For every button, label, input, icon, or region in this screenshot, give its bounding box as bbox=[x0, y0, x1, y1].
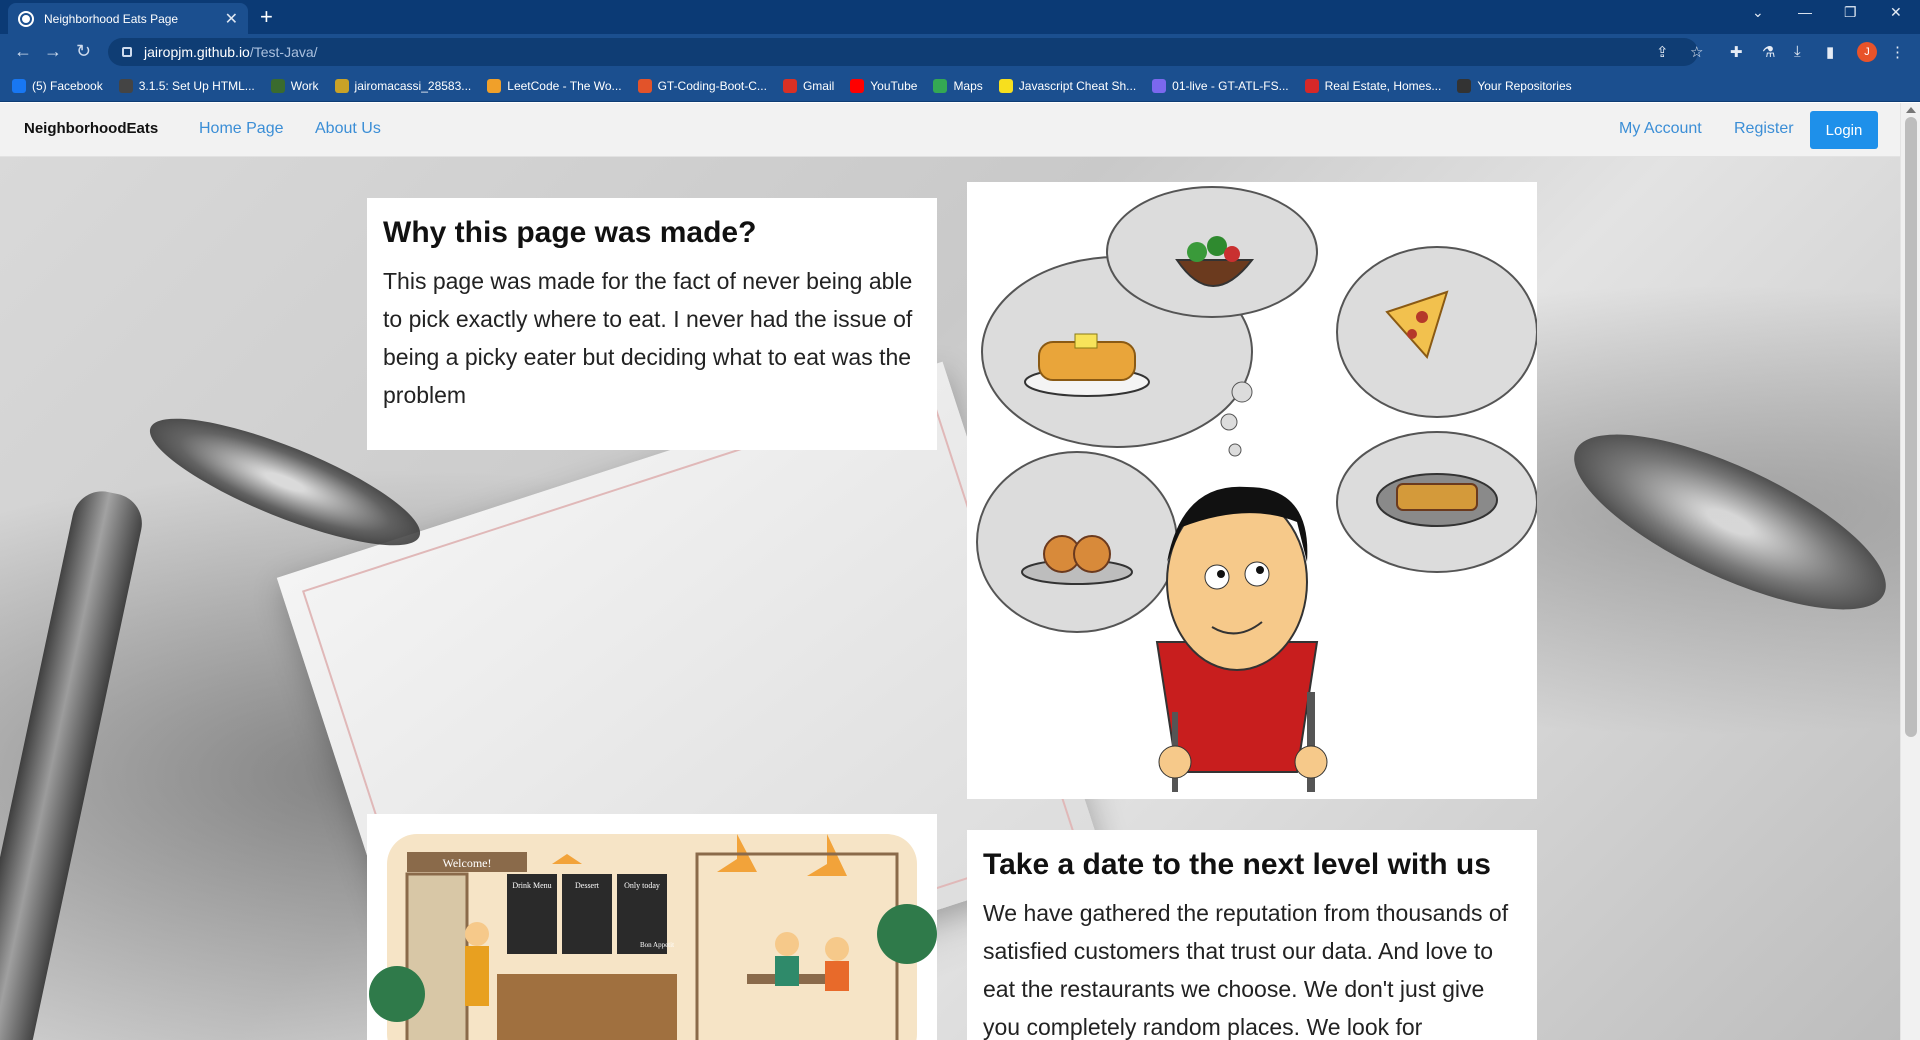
close-tab-icon[interactable]: ✕ bbox=[225, 9, 238, 29]
bookmark-item[interactable]: Maps bbox=[933, 78, 983, 93]
bookmark-label: Maps bbox=[953, 78, 983, 93]
bookmark-item[interactable]: jairomacassi_28583... bbox=[334, 78, 472, 93]
bookmark-item[interactable]: Real Estate, Homes... bbox=[1304, 78, 1442, 93]
browser-tabstrip: Neighborhood Eats Page ✕ + ⌄ — ❐ ✕ bbox=[0, 0, 1920, 34]
bookmark-item[interactable]: Work bbox=[270, 78, 319, 93]
bookmark-favicon-icon bbox=[12, 78, 26, 93]
sign-only-today: Only today bbox=[624, 881, 660, 890]
date-title: Take a date to the next level with us bbox=[983, 848, 1491, 881]
restore-icon[interactable]: ❐ bbox=[1844, 4, 1857, 21]
bookmark-label: YouTube bbox=[870, 78, 918, 93]
bookmark-favicon-icon bbox=[637, 78, 652, 93]
date-card: Take a date to the next level with us We… bbox=[967, 830, 1537, 1040]
download-icon[interactable]: ⤓ bbox=[1794, 43, 1801, 60]
bookmark-label: 01-live - GT-ATL-FS... bbox=[1172, 78, 1289, 93]
bookmark-favicon-icon bbox=[1152, 78, 1167, 93]
sign-drink-menu: Drink Menu bbox=[512, 881, 551, 890]
bookmark-favicon-icon bbox=[782, 78, 797, 93]
minimize-icon[interactable]: — bbox=[1798, 4, 1812, 20]
tab-search-icon[interactable]: ⌄ bbox=[1752, 4, 1764, 21]
login-button[interactable]: Login bbox=[1810, 111, 1878, 149]
browser-tab-active[interactable]: Neighborhood Eats Page ✕ bbox=[8, 3, 248, 34]
bookmark-label: jairomacassi_28583... bbox=[354, 78, 472, 93]
bookmark-favicon-icon bbox=[270, 78, 285, 93]
bookmark-favicon-icon bbox=[933, 78, 948, 93]
bookmarks-bar: (5) Facebook 3.1.5: Set Up HTML... Work jai… bbox=[0, 70, 1920, 102]
bookmark-label: Your Repositories bbox=[1477, 78, 1572, 93]
lock-icon bbox=[122, 47, 132, 57]
bookmark-item[interactable]: 3.1.5: Set Up HTML... bbox=[118, 78, 255, 93]
bookmark-label: (5) Facebook bbox=[32, 78, 103, 93]
bookmark-label: Work bbox=[290, 78, 319, 93]
bookmark-label: Gmail bbox=[802, 78, 835, 93]
page-viewport: NeighborhoodEats Home Page About Us My A… bbox=[0, 103, 1920, 1040]
nav-home-link[interactable]: Home Page bbox=[199, 120, 284, 138]
page-scrollbar[interactable] bbox=[1900, 103, 1920, 1040]
labs-icon[interactable]: ⚗ bbox=[1762, 43, 1775, 61]
url-host: jairopjm.github.io bbox=[144, 44, 250, 60]
nav-register-link[interactable]: Register bbox=[1734, 120, 1794, 138]
sign-welcome: Welcome! bbox=[442, 856, 491, 870]
brand-logo[interactable]: NeighborhoodEats bbox=[24, 120, 158, 137]
tab-title: Neighborhood Eats Page bbox=[44, 11, 179, 26]
profile-avatar[interactable]: J bbox=[1857, 42, 1877, 62]
why-page-body: This page was made for the fact of never… bbox=[383, 268, 913, 408]
bookmark-favicon-icon bbox=[334, 78, 349, 93]
fork-photo bbox=[0, 485, 148, 1040]
bookmark-label: GT-Coding-Boot-C... bbox=[657, 78, 767, 93]
scroll-up-arrow-icon[interactable] bbox=[1906, 107, 1916, 113]
bookmark-favicon-icon bbox=[487, 78, 502, 93]
bookmark-item[interactable]: Gmail bbox=[782, 78, 835, 93]
sign-bon-appetit: Bon Appetit bbox=[640, 941, 674, 949]
bookmark-item[interactable]: Javascript Cheat Sh... bbox=[998, 78, 1137, 93]
forward-icon[interactable]: → bbox=[44, 41, 62, 62]
side-panel-icon[interactable]: ▮ bbox=[1826, 43, 1834, 61]
bookmark-favicon-icon bbox=[1304, 78, 1319, 93]
bookmark-item[interactable]: 01-live - GT-ATL-FS... bbox=[1152, 78, 1289, 93]
bookmark-item[interactable]: Your Repositories bbox=[1457, 78, 1572, 93]
extensions-icon[interactable]: ✚ bbox=[1730, 43, 1743, 61]
thinking-man-illustration bbox=[967, 182, 1537, 799]
site-navbar: NeighborhoodEats Home Page About Us My A… bbox=[0, 103, 1900, 157]
table-background-photo bbox=[0, 157, 1908, 1040]
bookmark-favicon-icon bbox=[850, 78, 865, 93]
restaurant-scene-illustration: Welcome! Drink Menu Dessert Only today B… bbox=[367, 814, 937, 1040]
bookmark-label: 3.1.5: Set Up HTML... bbox=[138, 78, 255, 93]
bookmark-label: Javascript Cheat Sh... bbox=[1018, 78, 1137, 93]
bookmark-item[interactable]: (5) Facebook bbox=[12, 78, 103, 93]
why-page-card: Why this page was made? This page was ma… bbox=[367, 198, 937, 450]
new-tab-icon[interactable]: + bbox=[260, 4, 273, 30]
spoon-right-photo bbox=[1552, 400, 1908, 644]
bookmark-label: LeetCode - The Wo... bbox=[507, 78, 622, 93]
thinking-man-food-illustration-icon bbox=[976, 186, 1537, 792]
scroll-thumb[interactable] bbox=[1905, 117, 1917, 737]
url-path: /Test-Java/ bbox=[249, 44, 318, 60]
date-body: We have gathered the reputation from tho… bbox=[983, 900, 1509, 1040]
restaurant-scene-illustration-icon: Welcome! Drink Menu Dessert Only today B… bbox=[369, 834, 937, 1040]
nav-about-link[interactable]: About Us bbox=[315, 120, 381, 138]
bookmark-label: Real Estate, Homes... bbox=[1324, 78, 1442, 93]
back-icon[interactable]: ← bbox=[14, 41, 32, 62]
nav-account-link[interactable]: My Account bbox=[1619, 120, 1702, 138]
menu-kebab-icon[interactable]: ⋮ bbox=[1890, 43, 1905, 61]
close-window-icon[interactable]: ✕ bbox=[1890, 4, 1902, 21]
bookmark-item[interactable]: LeetCode - The Wo... bbox=[487, 78, 622, 93]
bookmark-favicon-icon bbox=[118, 78, 133, 93]
browser-toolbar: ← → ↻ jairopjm.github.io /Test-Java/ ⇪ ☆… bbox=[0, 34, 1920, 70]
share-icon[interactable]: ⇪ bbox=[1656, 43, 1669, 61]
sign-dessert: Dessert bbox=[575, 881, 600, 890]
bookmark-favicon-icon bbox=[998, 78, 1013, 93]
reload-icon[interactable]: ↻ bbox=[76, 41, 91, 62]
bookmark-item[interactable]: YouTube bbox=[850, 78, 918, 93]
globe-icon bbox=[18, 10, 34, 27]
address-bar[interactable]: jairopjm.github.io /Test-Java/ bbox=[108, 38, 1698, 66]
why-page-title: Why this page was made? bbox=[383, 216, 757, 249]
bookmark-star-icon[interactable]: ☆ bbox=[1690, 43, 1703, 61]
bookmark-item[interactable]: GT-Coding-Boot-C... bbox=[637, 78, 767, 93]
bookmark-favicon-icon bbox=[1457, 78, 1472, 93]
